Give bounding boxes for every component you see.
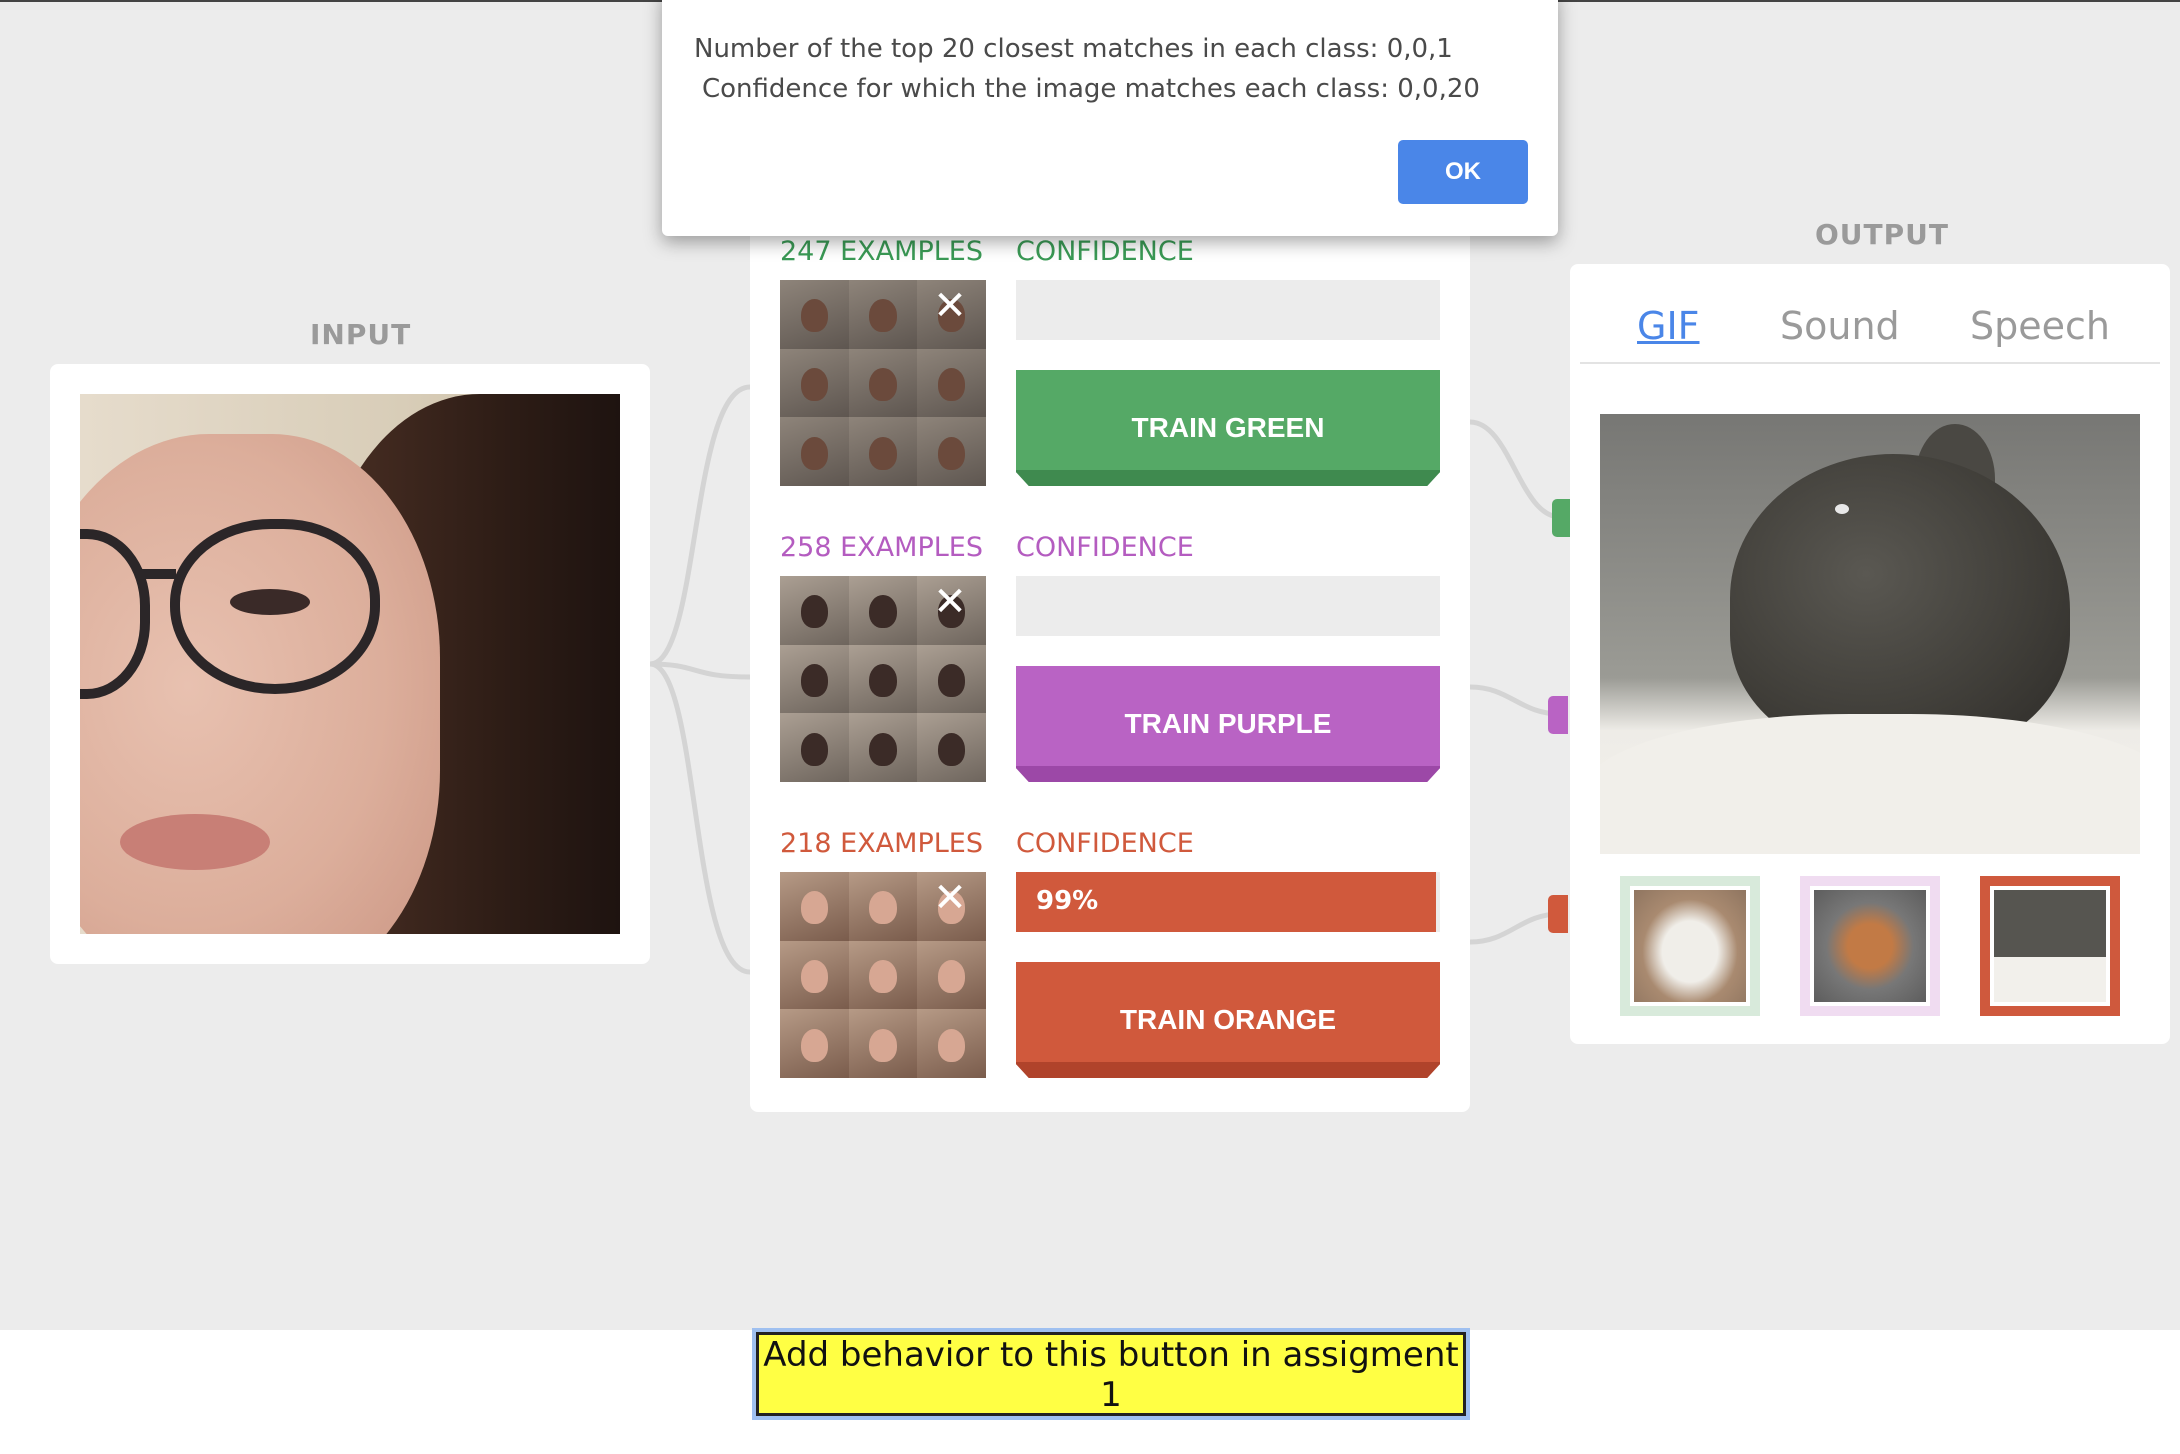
orange-output-connector (1548, 895, 1568, 933)
tab-speech[interactable]: Speech (1970, 304, 2110, 348)
green-gif-option[interactable] (1620, 876, 1760, 1016)
teachable-machine-stage: INPUT 247 EXAMPLES CONFIDENCE ✕ TRAIN GR… (0, 0, 2180, 1330)
hamster-gif-thumbnail (1814, 890, 1926, 1002)
purple-confidence-label: CONFIDENCE (1016, 532, 1194, 563)
class-row-green: 247 EXAMPLES CONFIDENCE ✕ TRAIN GREEN (780, 236, 1440, 506)
orange-confidence-label: CONFIDENCE (1016, 828, 1194, 859)
alert-dialog: Number of the top 20 closest matches in … (662, 0, 1558, 236)
tab-sound[interactable]: Sound (1780, 304, 1900, 348)
webcam-input-image (80, 394, 620, 934)
output-label: OUTPUT (1815, 218, 1949, 251)
class-row-purple: 258 EXAMPLES CONFIDENCE ✕ TRAIN PURPLE (780, 532, 1440, 802)
orange-confidence-value: 99% (1036, 886, 1099, 916)
dialog-top-matches-text: Number of the top 20 closest matches in … (694, 34, 1453, 64)
output-gif-chinchilla (1600, 414, 2140, 854)
purple-examples-count: 258 EXAMPLES (780, 532, 983, 563)
training-classes-card: 247 EXAMPLES CONFIDENCE ✕ TRAIN GREEN 25… (750, 202, 1470, 1112)
green-examples-count: 247 EXAMPLES (780, 236, 983, 267)
cat-gif-thumbnail (1634, 890, 1746, 1002)
input-card (50, 364, 650, 964)
purple-confidence-bar (1016, 576, 1440, 636)
dialog-confidence-text: Confidence for which the image matches e… (702, 74, 1480, 104)
tab-gif[interactable]: GIF (1637, 304, 1700, 348)
orange-confidence-bar: 99% (1016, 872, 1440, 932)
orange-gif-option[interactable] (1980, 876, 2120, 1016)
green-output-connector (1552, 499, 1572, 537)
assignment-behavior-button[interactable]: Add behavior to this button in assigment… (752, 1328, 1470, 1420)
clear-purple-examples-icon[interactable]: ✕ (930, 582, 970, 622)
train-green-button[interactable]: TRAIN GREEN (1016, 370, 1440, 486)
orange-examples-count: 218 EXAMPLES (780, 828, 983, 859)
output-tabs: GIF Sound Speech (1580, 304, 2160, 364)
input-label: INPUT (310, 318, 412, 351)
purple-output-connector (1548, 696, 1568, 734)
clear-orange-examples-icon[interactable]: ✕ (930, 878, 970, 918)
green-confidence-label: CONFIDENCE (1016, 236, 1194, 267)
green-confidence-bar (1016, 280, 1440, 340)
class-row-orange: 218 EXAMPLES CONFIDENCE ✕ 99% TRAIN ORAN… (780, 828, 1440, 1098)
chinchilla-gif-thumbnail (1994, 890, 2106, 1002)
train-orange-button[interactable]: TRAIN ORANGE (1016, 962, 1440, 1078)
purple-gif-option[interactable] (1800, 876, 1940, 1016)
clear-green-examples-icon[interactable]: ✕ (930, 286, 970, 326)
output-card: GIF Sound Speech (1570, 264, 2170, 1044)
dialog-ok-button[interactable]: OK (1398, 140, 1528, 204)
train-purple-button[interactable]: TRAIN PURPLE (1016, 666, 1440, 782)
